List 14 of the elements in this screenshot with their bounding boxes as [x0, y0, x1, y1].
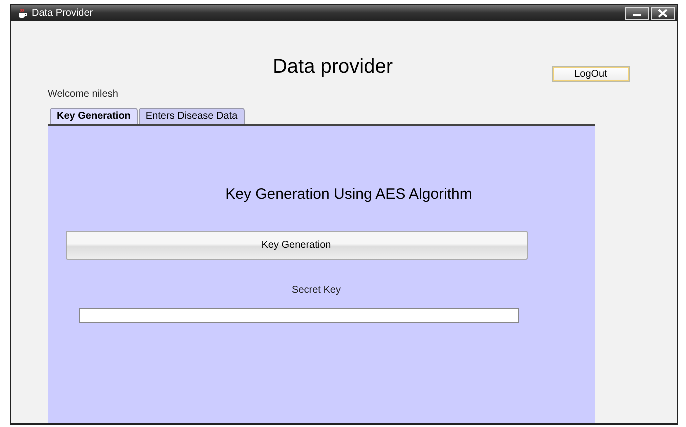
tab[interactable]: Enters Disease Data: [138, 108, 245, 124]
secret-key-field[interactable]: [78, 308, 518, 323]
logout-button[interactable]: LogOut: [552, 66, 630, 82]
tab[interactable]: Key Generation: [50, 108, 138, 124]
minimize-button[interactable]: [625, 6, 649, 20]
close-button[interactable]: [651, 6, 675, 20]
field-label: Secret Key: [292, 285, 341, 296]
welcome-text: Welcome nilesh: [48, 89, 120, 100]
coffee-cup-icon: [17, 8, 28, 18]
key-generation-button[interactable]: Key Generation: [66, 231, 528, 260]
close-icon: [658, 8, 668, 18]
page-title: Data provider: [272, 56, 394, 79]
window-title: Data Provider: [32, 8, 94, 18]
panel-title: Key Generation Using AES Algorithm: [224, 186, 472, 203]
